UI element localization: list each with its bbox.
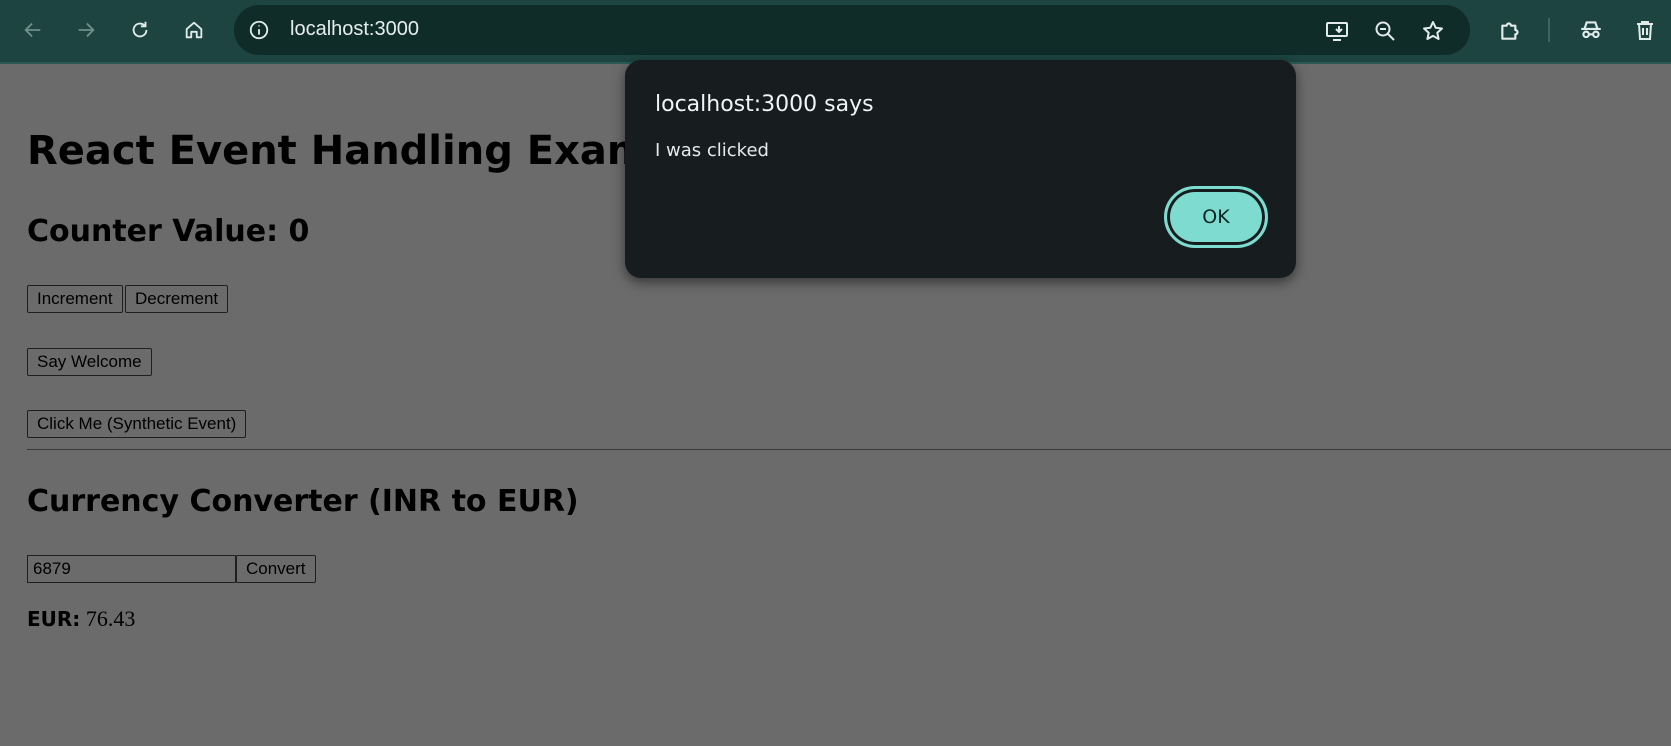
ok-button[interactable]: OK bbox=[1164, 186, 1268, 248]
puzzle-icon[interactable] bbox=[1496, 15, 1526, 45]
address-bar[interactable]: localhost:3000 bbox=[234, 5, 1470, 55]
alert-dialog: localhost:3000 says I was clicked OK bbox=[625, 60, 1296, 278]
amount-input[interactable] bbox=[27, 555, 236, 583]
reload-button[interactable] bbox=[122, 12, 158, 48]
back-button[interactable] bbox=[15, 12, 51, 48]
browser-toolbar: localhost:3000 bbox=[0, 0, 1671, 64]
page-title: React Event Handling Example bbox=[27, 128, 719, 174]
divider bbox=[27, 449, 1671, 450]
counter-heading: Counter Value: 0 bbox=[27, 214, 310, 249]
dialog-title: localhost:3000 says bbox=[655, 92, 874, 117]
converter-heading: Currency Converter (INR to EUR) bbox=[27, 484, 579, 519]
home-button[interactable] bbox=[176, 12, 212, 48]
decrement-button[interactable]: Decrement bbox=[125, 285, 229, 313]
zoom-out-icon[interactable] bbox=[1372, 18, 1398, 44]
convert-button[interactable]: Convert bbox=[236, 555, 316, 583]
reload-icon bbox=[132, 21, 148, 38]
result-value: 76.43 bbox=[85, 606, 136, 631]
home-icon bbox=[185, 21, 203, 39]
conversion-result: EUR: 76.43 bbox=[27, 606, 135, 632]
info-icon[interactable] bbox=[246, 17, 272, 43]
increment-button[interactable]: Increment bbox=[27, 285, 123, 313]
url-text: localhost:3000 bbox=[290, 18, 419, 40]
toolbar-separator bbox=[1548, 18, 1550, 42]
synthetic-event-button[interactable]: Click Me (Synthetic Event) bbox=[27, 410, 247, 438]
arrow-right-icon bbox=[78, 22, 95, 38]
say-welcome-button[interactable]: Say Welcome bbox=[27, 348, 152, 376]
star-icon[interactable] bbox=[1420, 18, 1446, 44]
arrow-left-icon bbox=[24, 22, 41, 38]
incognito-icon[interactable] bbox=[1576, 15, 1606, 45]
install-app-icon[interactable] bbox=[1324, 18, 1350, 44]
forward-button[interactable] bbox=[68, 12, 104, 48]
trash-icon[interactable] bbox=[1630, 15, 1660, 45]
dialog-message: I was clicked bbox=[655, 140, 769, 161]
result-label: EUR: bbox=[27, 607, 81, 631]
